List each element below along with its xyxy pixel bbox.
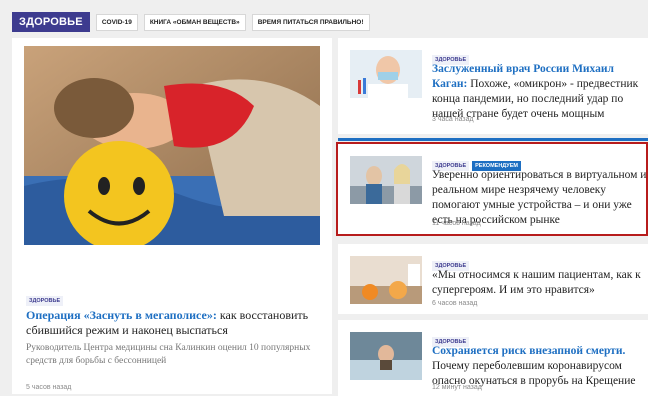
- feature-article-card[interactable]: ЗДОРОВЬЕ Операция «Заснуть в мегаполисе»…: [12, 38, 332, 394]
- news-time: 11 часов назад: [432, 220, 481, 227]
- news-card-blind-devices[interactable]: ЗДОРОВЬЕ РЕКОМЕНДУЕМ Уверенно ориентирова…: [336, 142, 648, 236]
- news-title[interactable]: Заслуженный врач России Михаил Каган: По…: [432, 62, 647, 122]
- tag-nutrition[interactable]: ВРЕМЯ ПИТАТЬСЯ ПРАВИЛЬНО!: [251, 13, 370, 31]
- news-title[interactable]: Уверенно ориентироваться в виртуальном и…: [432, 168, 647, 228]
- divider-accent: [338, 138, 648, 141]
- section-title-zdorovie[interactable]: ЗДОРОВЬЕ: [12, 12, 90, 32]
- news-card-ice-hole[interactable]: ЗДОРОВЬЕ Сохраняется риск внезапной смер…: [338, 320, 648, 396]
- section-nav: ЗДОРОВЬЕ COVID-19 КНИГА «ОБМАН ВЕЩЕСТВ» …: [12, 10, 642, 34]
- news-card-kagan[interactable]: ЗДОРОВЬЕ Заслуженный врач России Михаил …: [338, 38, 648, 134]
- news-thumb-icehole[interactable]: [350, 332, 422, 380]
- news-thumb-clinic[interactable]: [350, 256, 422, 304]
- news-card-superheroes[interactable]: ЗДОРОВЬЕ «Мы относимся к нашим пациентам…: [338, 244, 648, 314]
- feature-title-highlight[interactable]: Операция «Заснуть в мегаполисе»:: [26, 308, 217, 322]
- news-time: 6 часов назад: [432, 300, 478, 307]
- news-title[interactable]: Сохраняется риск внезапной смерти. Почем…: [432, 344, 647, 389]
- feature-time: 5 часов назад: [26, 384, 72, 391]
- feature-lead: Руководитель Центра медицины сна Калинки…: [26, 343, 311, 366]
- news-time: 3 часа назад: [432, 116, 474, 123]
- news-thumb-devices[interactable]: [350, 156, 422, 204]
- news-title-highlight[interactable]: Сохраняется риск внезапной смерти.: [432, 345, 625, 357]
- feature-badge[interactable]: ЗДОРОВЬЕ: [26, 296, 64, 306]
- feature-title[interactable]: Операция «Заснуть в мегаполисе»: как вос…: [26, 308, 326, 338]
- feature-image[interactable]: [24, 46, 320, 245]
- news-thumb-doctor[interactable]: [350, 50, 422, 98]
- news-title[interactable]: «Мы относимся к нашим пациентам, как к с…: [432, 268, 647, 298]
- tag-covid[interactable]: COVID-19: [95, 13, 138, 31]
- news-time: 12 минут назад: [432, 384, 482, 391]
- news-title-rest[interactable]: Почему переболевшим коронавирусом опасно…: [432, 360, 635, 387]
- tag-book[interactable]: КНИГА «ОБМАН ВЕЩЕСТВ»: [143, 13, 246, 31]
